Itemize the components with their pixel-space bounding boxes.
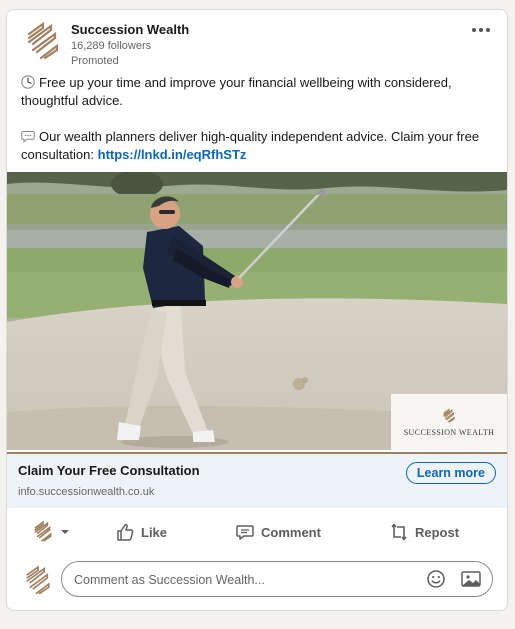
more-icon	[472, 28, 476, 32]
comment-label: Comment	[261, 524, 321, 540]
sponsored-post-card: Succession Wealth 16,289 followers Promo…	[6, 9, 508, 611]
comment-button[interactable]: Comment	[235, 518, 321, 546]
thumbs-up-icon	[117, 523, 134, 541]
learn-more-button[interactable]: Learn more	[405, 462, 496, 484]
post-link[interactable]: https://lnkd.in/eqRfhSTz	[98, 147, 247, 162]
comment-box	[61, 561, 493, 598]
action-bar: Like Comment Repost	[7, 510, 507, 554]
like-label: Like	[141, 524, 168, 540]
more-icon-dot	[479, 28, 483, 32]
promoted-label: Promoted	[71, 55, 119, 67]
cta-title[interactable]: Claim Your Free Consultation	[18, 463, 200, 478]
chevron-down-icon	[61, 530, 69, 534]
cta-bar[interactable]: Claim Your Free Consultation info.succes…	[7, 452, 507, 508]
like-button[interactable]: Like	[115, 518, 167, 546]
post-text-2: Our wealth planners deliver high-quality…	[21, 129, 480, 162]
comment-row	[7, 556, 507, 608]
post-paragraph-2: Our wealth planners deliver high-quality…	[21, 128, 491, 164]
image-icon[interactable]	[460, 569, 482, 589]
company-logo[interactable]	[21, 20, 65, 64]
repost-icon	[391, 523, 407, 541]
clock-icon	[21, 75, 35, 89]
comment-icon	[236, 525, 254, 540]
brand-watermark: SUCCESSION WEALTH	[391, 394, 507, 450]
brand-wordmark: SUCCESSION WEALTH	[403, 427, 495, 437]
repost-button[interactable]: Repost	[389, 518, 459, 546]
comment-input[interactable]	[72, 562, 406, 598]
post-paragraph-1: Free up your time and improve your finan…	[21, 74, 491, 110]
more-options-button[interactable]	[469, 18, 493, 42]
speech-bubble-icon	[21, 131, 35, 143]
post-body: Free up your time and improve your finan…	[21, 74, 491, 164]
company-name[interactable]: Succession Wealth	[71, 22, 189, 37]
react-as-button[interactable]	[31, 518, 71, 546]
post-text-1: Free up your time and improve your finan…	[21, 75, 452, 108]
company-avatar-small	[34, 520, 52, 542]
post-header: Succession Wealth 16,289 followers Promo…	[7, 10, 507, 78]
emoji-icon[interactable]	[426, 569, 446, 589]
follower-count: 16,289 followers	[71, 40, 152, 52]
more-icon-dot	[486, 28, 490, 32]
hero-image[interactable]: SUCCESSION WEALTH	[7, 172, 507, 450]
brand-logo-icon	[443, 407, 455, 422]
cta-url: info.successionwealth.co.uk	[18, 486, 155, 498]
repost-label: Repost	[415, 524, 460, 540]
commenter-avatar	[26, 565, 50, 595]
